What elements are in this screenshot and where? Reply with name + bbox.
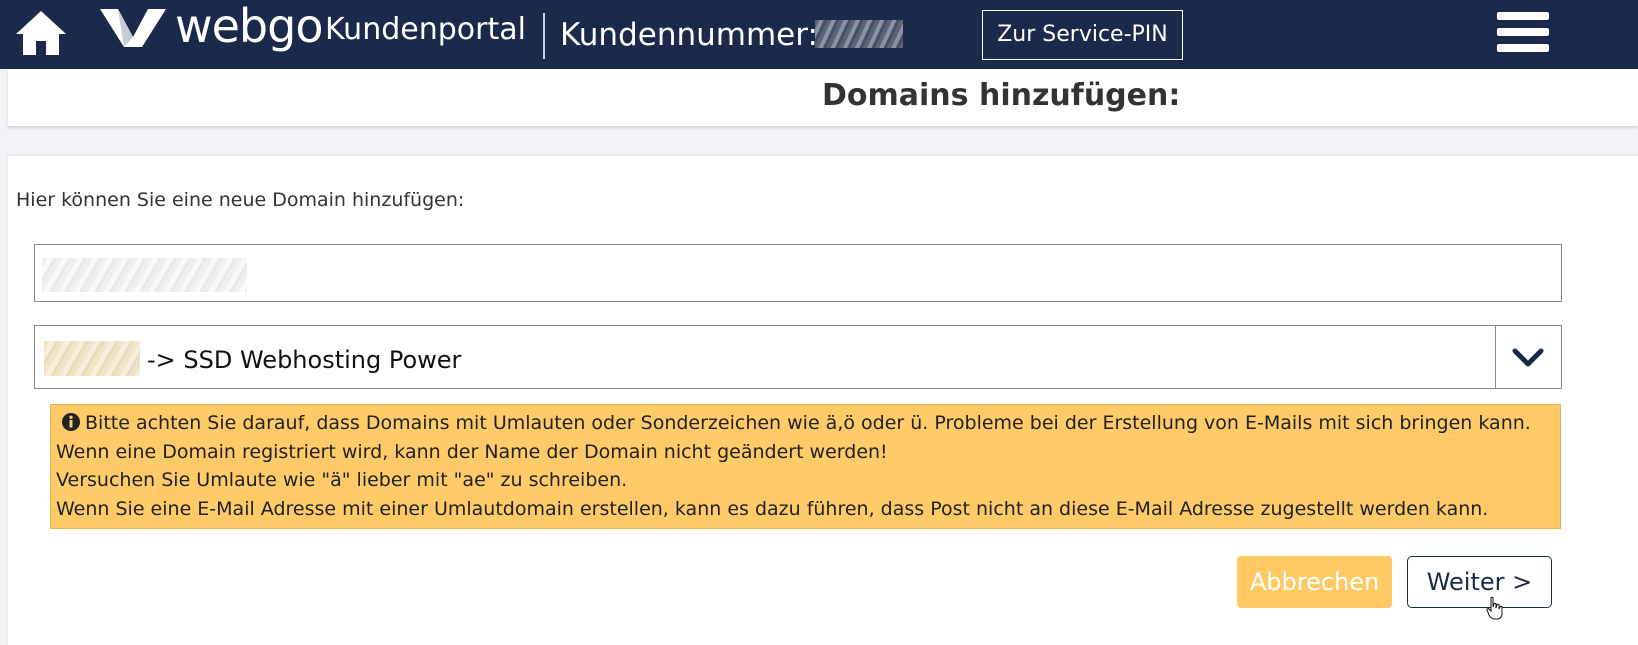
customer-number-label: Kundennummer: 4 bbox=[560, 17, 848, 53]
hand-cursor-icon bbox=[1486, 596, 1503, 620]
notice-text: Bitte achten Sie darauf, dass Domains mi… bbox=[85, 412, 1531, 434]
package-select-value: -> SSD Webhosting Power bbox=[147, 346, 462, 374]
domain-input[interactable] bbox=[34, 244, 1562, 302]
webgo-logo-icon[interactable] bbox=[98, 7, 168, 49]
portal-title: Kundenportal bbox=[325, 12, 526, 47]
main-form-card bbox=[8, 156, 1638, 645]
notice-line: Wenn eine Domain registriert wird, kann … bbox=[56, 440, 888, 463]
domain-input-redacted-value bbox=[42, 258, 247, 292]
notice-line: Bitte achten Sie darauf, dass Domains mi… bbox=[56, 409, 1560, 438]
header-divider bbox=[543, 13, 545, 59]
package-select-redacted-value bbox=[44, 341, 140, 376]
cancel-button[interactable]: Abbrechen bbox=[1237, 556, 1392, 608]
umlaut-warning-notice: Bitte achten Sie darauf, dass Domains mi… bbox=[50, 404, 1561, 529]
brand-name: webgo bbox=[175, 0, 323, 53]
notice-line: Wenn Sie eine E-Mail Adresse mit einer U… bbox=[56, 497, 1489, 520]
chevron-down-icon[interactable] bbox=[1512, 348, 1544, 368]
info-icon bbox=[62, 413, 80, 431]
service-pin-button[interactable]: Zur Service-PIN bbox=[982, 10, 1183, 60]
page-title: Domains hinzufügen: bbox=[822, 78, 1181, 113]
home-icon[interactable] bbox=[14, 8, 68, 58]
notice-line: Versuchen Sie Umlaute wie "ä" lieber mit… bbox=[56, 469, 628, 492]
next-button[interactable]: Weiter > bbox=[1407, 556, 1552, 608]
customer-number-redacted bbox=[815, 20, 903, 48]
form-intro-text: Hier können Sie eine neue Domain hinzufü… bbox=[16, 189, 465, 211]
top-navigation-bar: webgo Kundenportal Kundennummer: 4 Zur S… bbox=[0, 0, 1638, 69]
hamburger-menu-icon[interactable] bbox=[1497, 12, 1549, 56]
